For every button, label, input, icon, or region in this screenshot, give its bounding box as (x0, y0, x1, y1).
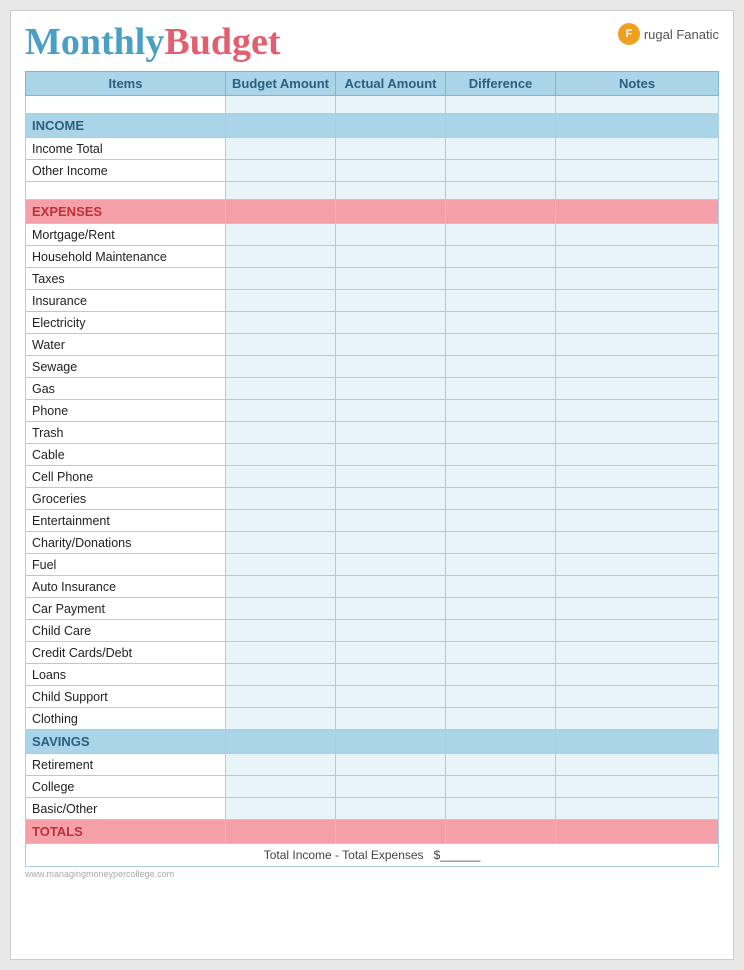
item-name: Taxes (26, 268, 226, 290)
item-name: Household Maintenance (26, 246, 226, 268)
brand-icon: F (618, 23, 640, 45)
section-header: TOTALS (26, 820, 719, 844)
table-row: Groceries (26, 488, 719, 510)
section-label: TOTALS (26, 820, 226, 844)
section-label: SAVINGS (26, 730, 226, 754)
table-row: Phone (26, 400, 719, 422)
table-row: Other Income (26, 160, 719, 182)
table-row: Insurance (26, 290, 719, 312)
section-label: EXPENSES (26, 200, 226, 224)
footer-formula: Total Income - Total Expenses (264, 848, 424, 862)
item-name: Phone (26, 400, 226, 422)
table-row: Cell Phone (26, 466, 719, 488)
item-name: Credit Cards/Debt (26, 642, 226, 664)
table-row: Taxes (26, 268, 719, 290)
title-monthly: Monthly (25, 21, 164, 63)
table-row: Trash (26, 422, 719, 444)
table-row: College (26, 776, 719, 798)
title-budget: Budget (164, 21, 280, 63)
table-row: Retirement (26, 754, 719, 776)
section-header: SAVINGS (26, 730, 719, 754)
footer-dollar: $______ (434, 848, 481, 862)
blank-row (26, 182, 719, 200)
item-name: Water (26, 334, 226, 356)
item-name: Loans (26, 664, 226, 686)
watermark: www.managingmoneypercollege.com (25, 867, 719, 881)
table-row: Cable (26, 444, 719, 466)
table-row: Car Payment (26, 598, 719, 620)
item-name: Entertainment (26, 510, 226, 532)
item-name: Cell Phone (26, 466, 226, 488)
col-items: Items (26, 72, 226, 96)
column-headers: Items Budget Amount Actual Amount Differ… (26, 72, 719, 96)
item-name: Car Payment (26, 598, 226, 620)
item-name: Charity/Donations (26, 532, 226, 554)
section-header: EXPENSES (26, 200, 719, 224)
item-name: Child Support (26, 686, 226, 708)
table-row: Water (26, 334, 719, 356)
item-name: Trash (26, 422, 226, 444)
item-name: Basic/Other (26, 798, 226, 820)
table-row: Income Total (26, 138, 719, 160)
section-label: INCOME (26, 114, 226, 138)
table-row: Credit Cards/Debt (26, 642, 719, 664)
header: MonthlyBudget F rugal Fanatic (25, 23, 719, 61)
table-row: Auto Insurance (26, 576, 719, 598)
item-name: College (26, 776, 226, 798)
item-name: Auto Insurance (26, 576, 226, 598)
section-header: INCOME (26, 114, 719, 138)
item-name: Gas (26, 378, 226, 400)
table-row: Entertainment (26, 510, 719, 532)
table-row: Electricity (26, 312, 719, 334)
col-difference: Difference (446, 72, 556, 96)
item-name: Income Total (26, 138, 226, 160)
table-row: Household Maintenance (26, 246, 719, 268)
item-name: Sewage (26, 356, 226, 378)
item-name: Retirement (26, 754, 226, 776)
col-budget-amount: Budget Amount (226, 72, 336, 96)
table-row: Sewage (26, 356, 719, 378)
footer-row: Total Income - Total Expenses $______ (25, 844, 719, 867)
item-name: Mortgage/Rent (26, 224, 226, 246)
title-block: MonthlyBudget (25, 23, 281, 61)
blank-row (26, 96, 719, 114)
item-name: Fuel (26, 554, 226, 576)
item-name: Insurance (26, 290, 226, 312)
table-row: Mortgage/Rent (26, 224, 719, 246)
item-name: Cable (26, 444, 226, 466)
item-name: Electricity (26, 312, 226, 334)
table-row: Child Support (26, 686, 719, 708)
table-row: Clothing (26, 708, 719, 730)
item-name: Other Income (26, 160, 226, 182)
table-row: Loans (26, 664, 719, 686)
col-notes: Notes (556, 72, 719, 96)
col-actual-amount: Actual Amount (336, 72, 446, 96)
table-row: Fuel (26, 554, 719, 576)
table-row: Child Care (26, 620, 719, 642)
item-name: Groceries (26, 488, 226, 510)
brand: F rugal Fanatic (618, 23, 719, 45)
item-name: Child Care (26, 620, 226, 642)
budget-table: Items Budget Amount Actual Amount Differ… (25, 71, 719, 844)
item-name: Clothing (26, 708, 226, 730)
brand-name: rugal Fanatic (644, 27, 719, 42)
table-row: Gas (26, 378, 719, 400)
page: MonthlyBudget F rugal Fanatic Items Budg… (10, 10, 734, 960)
table-row: Charity/Donations (26, 532, 719, 554)
table-row: Basic/Other (26, 798, 719, 820)
